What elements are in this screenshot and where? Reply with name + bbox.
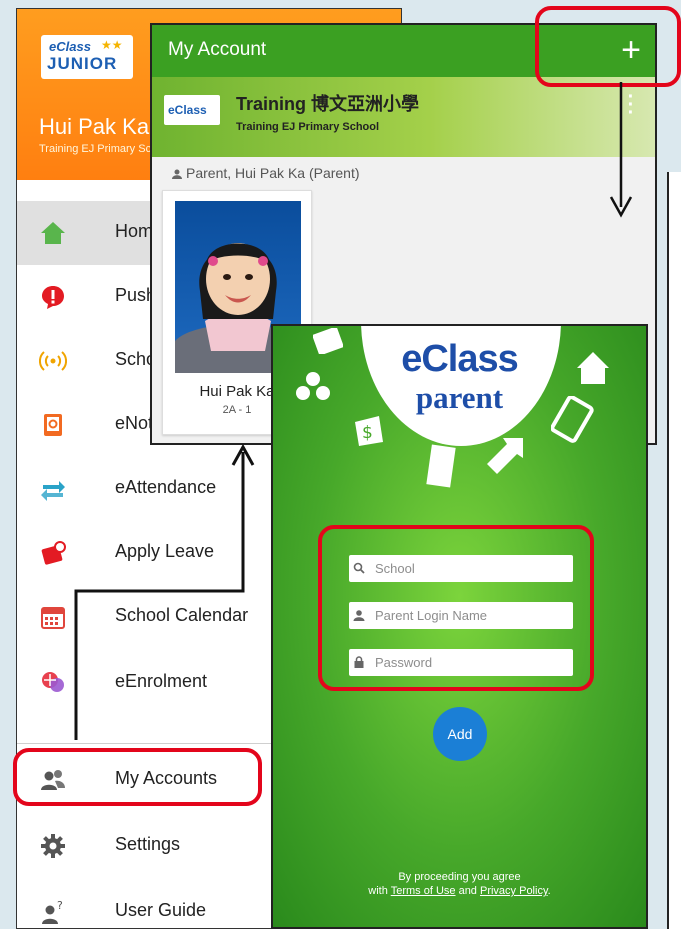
arrow-overlay (74, 82, 633, 740)
connector-line (74, 452, 245, 740)
